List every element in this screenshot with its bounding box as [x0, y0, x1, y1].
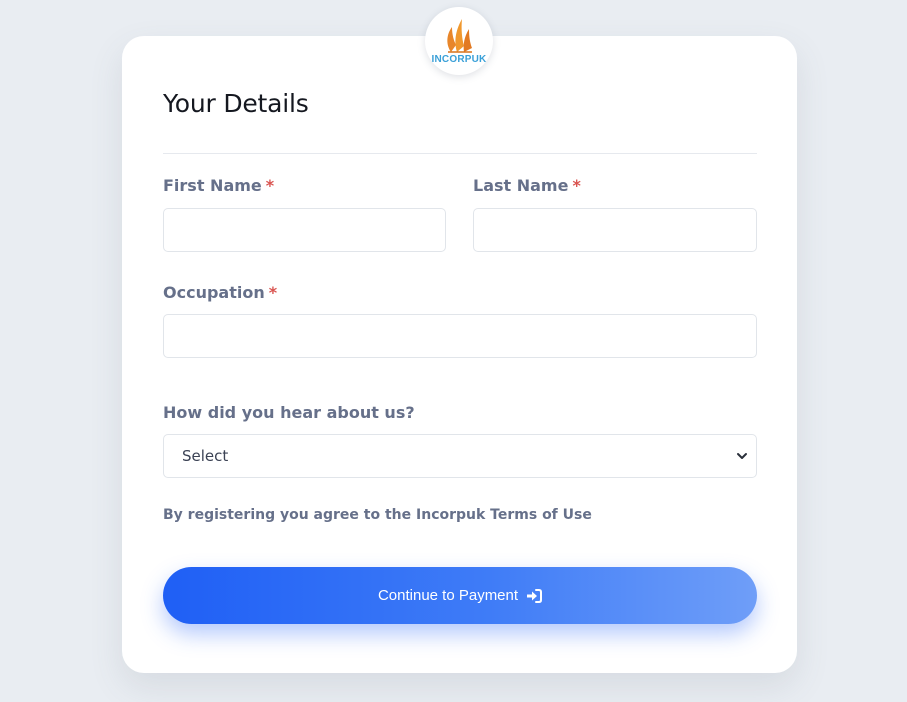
required-mark: *: [268, 283, 278, 302]
referral-label: How did you hear about us?: [163, 403, 415, 422]
sign-in-icon: [527, 588, 543, 603]
flame-logo-icon: [447, 19, 472, 53]
first-name-label: First Name *: [163, 176, 274, 195]
required-mark: *: [265, 176, 275, 195]
terms-text: By registering you agree to the Incorpuk…: [163, 507, 592, 523]
continue-to-payment-button[interactable]: Continue to Payment: [163, 567, 757, 624]
last-name-label-text: Last Name: [473, 176, 569, 195]
brand-logo: INCORPUK: [425, 7, 493, 75]
logo-text: INCORPUK: [431, 54, 487, 65]
title-divider: [163, 153, 757, 154]
occupation-label-text: Occupation: [163, 283, 265, 302]
chevron-down-icon: [737, 453, 747, 459]
last-name-input[interactable]: [473, 208, 757, 252]
occupation-input[interactable]: [163, 314, 757, 358]
continue-button-label: Continue to Payment: [377, 587, 519, 604]
occupation-label: Occupation *: [163, 283, 277, 302]
first-name-label-text: First Name: [163, 176, 262, 195]
page-title: Your Details: [163, 89, 309, 118]
last-name-label: Last Name *: [473, 176, 581, 195]
referral-select[interactable]: Select: [163, 434, 757, 478]
required-mark: *: [572, 176, 581, 195]
first-name-input[interactable]: [163, 208, 446, 252]
referral-selected-value: Select: [182, 447, 229, 465]
